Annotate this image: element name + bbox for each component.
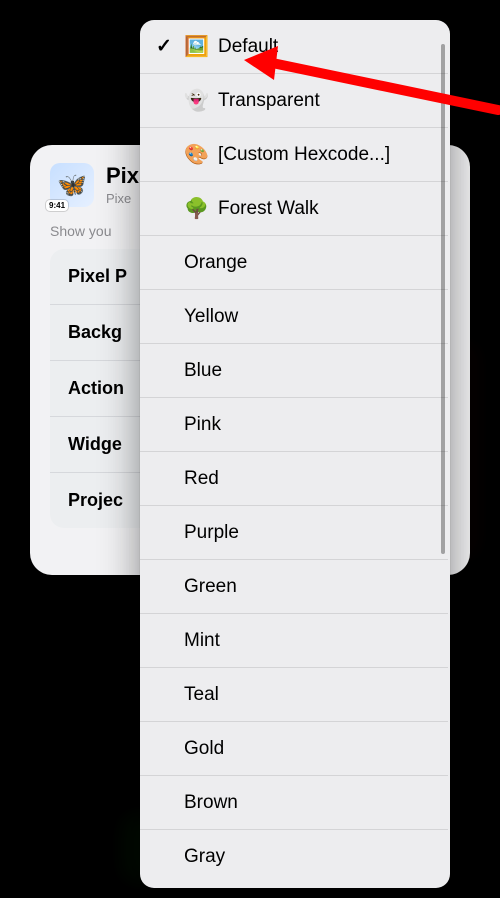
menu-item-label: Yellow xyxy=(184,306,238,328)
menu-item-purple[interactable]: Purple xyxy=(140,506,448,560)
menu-item-label: Red xyxy=(184,468,219,490)
menu-item-default[interactable]: ✓ 🖼️ Default xyxy=(140,20,448,74)
menu-item-blue[interactable]: Blue xyxy=(140,344,448,398)
menu-item-gray[interactable]: Gray xyxy=(140,830,448,884)
menu-item-label: Pink xyxy=(184,414,221,436)
menu-item-transparent[interactable]: 👻 Transparent xyxy=(140,74,448,128)
scrollbar-thumb[interactable] xyxy=(441,44,445,554)
menu-item-brown[interactable]: Brown xyxy=(140,776,448,830)
menu-item-mint[interactable]: Mint xyxy=(140,614,448,668)
menu-item-orange[interactable]: Orange xyxy=(140,236,448,290)
menu-item-red[interactable]: Red xyxy=(140,452,448,506)
menu-item-label: Transparent xyxy=(218,90,320,112)
menu-item-label: Default xyxy=(218,36,278,58)
menu-item-label: Blue xyxy=(184,360,222,382)
menu-item-label: Brown xyxy=(184,792,238,814)
menu-item-icon: 🎨 xyxy=(184,142,208,167)
menu-item-pink[interactable]: Pink xyxy=(140,398,448,452)
menu-item-yellow[interactable]: Yellow xyxy=(140,290,448,344)
app-icon-emoji: 🦋 xyxy=(57,171,87,200)
menu-item-label: Green xyxy=(184,576,237,598)
menu-item-green[interactable]: Green xyxy=(140,560,448,614)
menu-item-label: Mint xyxy=(184,630,220,652)
menu-item-label: Purple xyxy=(184,522,239,544)
menu-item-icon: 🌳 xyxy=(184,196,208,221)
color-options-menu: ✓ 🖼️ Default 👻 Transparent 🎨 [Custom Hexcode..… xyxy=(140,20,450,888)
menu-item-teal[interactable]: Teal xyxy=(140,668,448,722)
menu-item-icon: 👻 xyxy=(184,88,208,113)
app-icon: 🦋 9:41 xyxy=(50,163,94,207)
menu-item-label: [Custom Hexcode...] xyxy=(218,144,390,166)
menu-scroll-area[interactable]: ✓ 🖼️ Default 👻 Transparent 🎨 [Custom Hexcode..… xyxy=(140,20,450,888)
menu-item-label: Teal xyxy=(184,684,219,706)
menu-item-icon: 🖼️ xyxy=(184,34,208,59)
app-subtitle: Pixe xyxy=(106,191,139,206)
menu-item-label: Gray xyxy=(184,846,225,868)
menu-item-label: Orange xyxy=(184,252,247,274)
menu-item-forest-walk[interactable]: 🌳 Forest Walk xyxy=(140,182,448,236)
app-title: Pix xyxy=(106,163,139,189)
menu-item-custom-hexcode[interactable]: 🎨 [Custom Hexcode...] xyxy=(140,128,448,182)
app-icon-badge: 9:41 xyxy=(46,200,68,211)
menu-item-label: Forest Walk xyxy=(218,198,319,220)
checkmark-icon: ✓ xyxy=(154,35,174,58)
menu-item-label: Gold xyxy=(184,738,224,760)
menu-item-gold[interactable]: Gold xyxy=(140,722,448,776)
